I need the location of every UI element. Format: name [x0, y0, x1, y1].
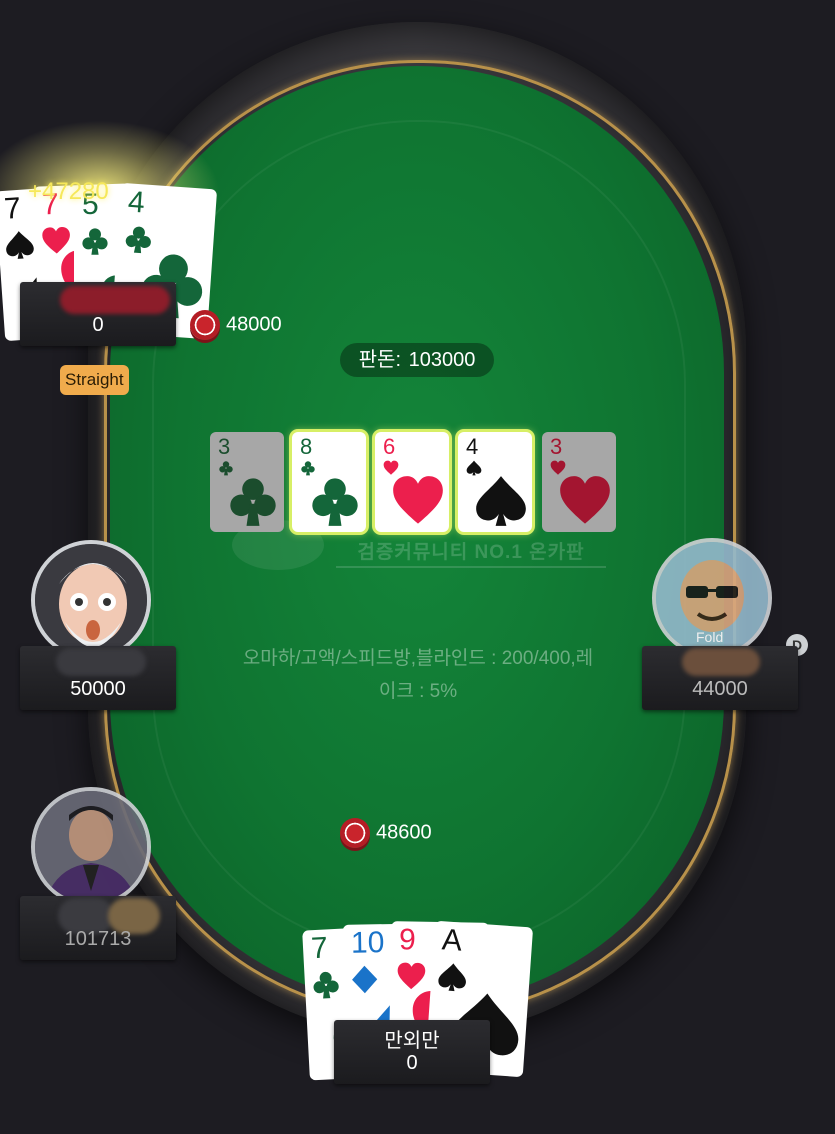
card-rank: 4	[466, 434, 479, 459]
seat-top-left[interactable]: 0	[20, 282, 176, 346]
board-card: 4	[458, 432, 532, 532]
name-redacted	[56, 648, 146, 676]
seat-stack: 0	[92, 314, 104, 336]
avatar-bottom-left[interactable]	[31, 787, 151, 907]
club-large-suit-icon	[226, 474, 280, 532]
pot-label: 판돈:	[358, 349, 402, 371]
seat-hero[interactable]: 만외만 0	[334, 1020, 490, 1084]
table-info-line-1: 오마하/고액/스피드방,블라인드 : 200/400,레	[242, 648, 594, 669]
seat-stack: 44000	[692, 678, 748, 700]
bet-amount: 48600	[376, 821, 432, 844]
name-redacted	[60, 286, 170, 314]
photo-avatar-icon	[35, 791, 147, 903]
hand-rank-badge: Straight	[60, 365, 129, 395]
card-rank: 3	[218, 434, 231, 459]
name-redacted	[682, 648, 760, 676]
watermark-text: 검증커뮤니티 NO.1 온카판	[336, 537, 606, 568]
pot-display: 판돈: 103000	[340, 343, 494, 377]
table-info-line-2: 이크 : 5%	[378, 681, 458, 702]
card-rank: 9	[398, 923, 416, 957]
bet-top-left: 48000	[190, 310, 282, 340]
card-rank: 6	[383, 434, 396, 459]
win-amount: +47280	[28, 178, 109, 205]
chip-icon	[340, 818, 370, 848]
heart-large-suit-icon	[391, 474, 445, 532]
seat-bottom-left[interactable]: 101713	[20, 896, 176, 960]
fold-status: Fold	[696, 629, 724, 645]
card-rank: 7	[3, 191, 22, 226]
chip-icon	[190, 310, 220, 340]
seat-stack: 50000	[70, 678, 126, 700]
bet-amount: 48000	[226, 313, 282, 336]
seat-stack: 101713	[64, 928, 132, 950]
spade-large-suit-icon	[474, 474, 528, 532]
card-rank: 7	[310, 931, 329, 966]
card-rank: 8	[300, 434, 313, 459]
seat-mid-left[interactable]: 50000	[20, 646, 176, 710]
seat-stack: 0	[406, 1052, 418, 1074]
board-card: 6	[375, 432, 449, 532]
card-rank: A	[440, 923, 464, 958]
board-card: 3	[542, 432, 616, 532]
club-large-suit-icon	[308, 474, 362, 532]
card-rank: 10	[350, 926, 385, 960]
cartoon-avatar-icon	[35, 544, 147, 656]
table-info: 오마하/고액/스피드방,블라인드 : 200/400,레 이크 : 5%	[210, 642, 626, 708]
heart-large-suit-icon	[558, 474, 612, 532]
hero-name: 만외만	[384, 1030, 440, 1052]
card-rank: 4	[126, 185, 146, 220]
board-card: 8	[292, 432, 366, 532]
board-card: 3	[210, 432, 284, 532]
avatar-mid-left[interactable]	[31, 540, 151, 660]
bet-hero: 48600	[340, 818, 432, 848]
pot-amount: 103000	[408, 349, 476, 371]
seat-mid-right[interactable]: 44000	[642, 646, 798, 710]
card-rank: 3	[550, 434, 563, 459]
